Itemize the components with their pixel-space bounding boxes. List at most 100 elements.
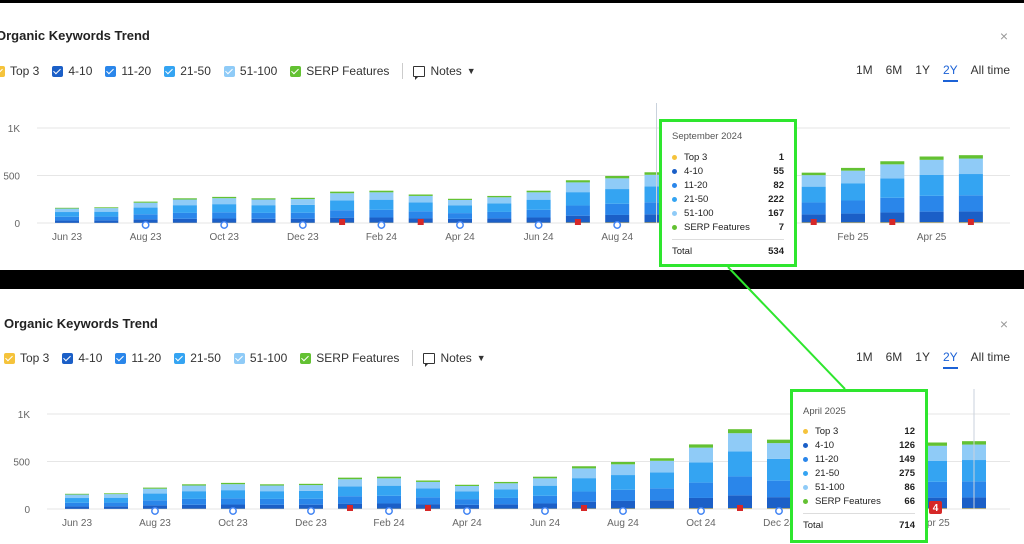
bar-segment <box>533 478 557 486</box>
series-dot-icon <box>803 484 808 490</box>
x-tick-label: Aug 23 <box>139 518 171 529</box>
tooltip-row-51-100: 51-100 86 <box>803 481 915 493</box>
x-tick-label: Dec 23 <box>295 518 327 529</box>
bar-segment <box>212 198 237 205</box>
bar-segment <box>133 207 158 215</box>
bar-segment-serp <box>494 481 518 484</box>
bar-segment <box>221 498 245 505</box>
bar-segment <box>172 205 197 213</box>
alert-badge: 4 <box>929 501 942 514</box>
tooltip-row-value: 86 <box>904 481 915 493</box>
bar-segment <box>689 482 713 498</box>
tooltip-date: April 2025 <box>803 406 846 417</box>
bar-segment-serp <box>290 197 315 200</box>
bar-segment-serp <box>182 484 206 486</box>
y-tick-label: 0 <box>24 505 30 516</box>
bar-segment <box>55 208 79 213</box>
tooltip-row-serp-features: SERP Features 66 <box>803 495 915 507</box>
bar-segment <box>958 195 983 212</box>
bar-segment <box>212 204 237 213</box>
bar-segment <box>487 203 512 212</box>
bar-segment-serp <box>728 429 752 434</box>
y-tick-label: 500 <box>3 172 20 183</box>
tooltip-row-value: 7 <box>778 221 784 233</box>
bar-segment <box>65 494 89 499</box>
bar-segment-serp <box>487 195 512 198</box>
flag-icon <box>574 219 581 225</box>
tooltip-total-label: Total <box>672 246 693 257</box>
bar-segment-serp <box>408 194 433 196</box>
bar-segment <box>65 502 89 507</box>
bar-segment <box>330 200 355 211</box>
bar-segment <box>611 464 635 476</box>
bar-segment <box>143 500 167 506</box>
x-tick-label: Jun 24 <box>530 518 560 529</box>
bar-segment <box>377 495 401 504</box>
bar-segment <box>448 205 472 214</box>
bar-segment-serp <box>55 207 79 209</box>
tooltip-row-value: 126 <box>899 439 915 451</box>
bar-segment <box>369 209 394 218</box>
google-update-icon <box>141 221 150 229</box>
bar-segment <box>841 170 865 184</box>
google-update-icon <box>377 221 386 229</box>
bar-segment-serp <box>172 198 197 200</box>
google-update-icon <box>151 507 159 515</box>
bar-segment <box>919 174 944 196</box>
bar-segment <box>455 499 479 505</box>
bar-segment <box>605 178 630 190</box>
bar-segment <box>416 497 440 505</box>
bar-segment-serp <box>143 487 167 489</box>
bar-segment-serp <box>565 180 590 183</box>
bar-segment-serp <box>65 493 89 495</box>
bar-segment <box>251 218 276 223</box>
bar-segment <box>801 186 826 203</box>
bar-segment <box>55 216 79 221</box>
bar-segment-serp <box>880 161 905 165</box>
bar-segment-serp <box>416 480 440 482</box>
flag-icon <box>810 219 817 225</box>
tooltip-row-value: 82 <box>773 179 784 191</box>
bar-segment <box>299 498 323 505</box>
bar-segment <box>221 484 245 491</box>
tooltip-row-label: SERP Features <box>815 495 881 507</box>
bar-segment-serp <box>533 476 557 479</box>
bar-segment <box>487 197 512 204</box>
bar-segment <box>104 502 128 507</box>
bar-segment <box>533 485 557 496</box>
tooltip-row-value: 149 <box>899 453 915 465</box>
bar-segment <box>260 504 284 509</box>
chart-top: 0 500 1K Jun 23 Aug 23 Oct 23 Dec 23 Feb 24 Apr … <box>3 103 1010 243</box>
bar-segment <box>533 495 557 504</box>
alert-badge-count: 4 <box>933 503 939 514</box>
bar-segment <box>338 486 362 497</box>
bar-segment <box>408 202 433 212</box>
bar-segment <box>94 208 119 212</box>
series-dot-icon <box>672 210 677 216</box>
series-dot-icon <box>803 428 808 434</box>
bar-segment <box>416 488 440 498</box>
x-tick-label: Jun 23 <box>62 518 92 529</box>
tooltip-divider <box>672 239 784 240</box>
google-update-icon <box>456 221 464 229</box>
bar-segment <box>565 192 590 206</box>
google-update-icon <box>385 507 393 515</box>
bar-segment <box>728 433 752 452</box>
bar-segment <box>369 199 394 210</box>
bar-segment <box>880 178 905 198</box>
bar-segment-serp <box>260 484 284 486</box>
bar-segment <box>377 478 401 486</box>
bar-segment <box>133 202 158 208</box>
bar-segment-serp <box>455 484 479 486</box>
bar-segment <box>767 497 791 509</box>
x-tick-label: Oct 24 <box>686 518 716 529</box>
flag-icon <box>347 505 353 511</box>
tooltip-row-value: 167 <box>768 207 784 219</box>
bar-segment-serp <box>104 493 128 495</box>
keywords-trend-widget-bottom: Organic Keywords Trend × Top 3 4-10 11-2… <box>0 289 1024 544</box>
bar-segment <box>172 212 197 219</box>
tooltip-total: Total 534 <box>672 246 784 257</box>
bar-segment <box>251 199 276 206</box>
tooltip-total-value: 714 <box>899 520 915 531</box>
bar-segment <box>94 220 119 223</box>
